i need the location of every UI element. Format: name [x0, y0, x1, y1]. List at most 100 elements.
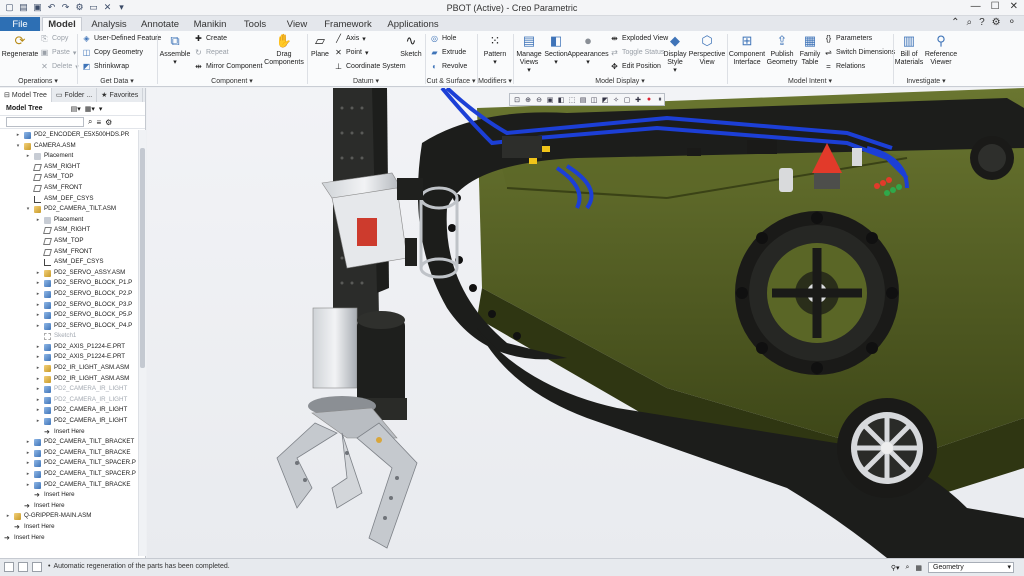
tree-item[interactable]: ASM_RIGHT — [0, 225, 138, 236]
group-investigate[interactable]: Investigate ▾ — [894, 77, 958, 85]
reference-viewer-button[interactable]: ⚲ Reference Viewer — [924, 33, 958, 67]
tree-item[interactable]: ➜ Insert Here — [0, 522, 138, 533]
family-table-button[interactable]: ▦ Family Table — [798, 33, 822, 67]
selection-filter-select[interactable]: Geometry — [928, 562, 1014, 573]
cad-model-render[interactable] — [147, 88, 1024, 558]
sketch-button[interactable]: ∿ Sketch — [398, 33, 424, 59]
parameters-button[interactable]: {} Parameters — [824, 34, 872, 43]
delete-button[interactable]: ✕Delete ▾ — [40, 62, 79, 71]
options-icon[interactable]: ⚬ — [1008, 17, 1016, 28]
settings-icon[interactable]: ⚙ — [992, 17, 1001, 28]
tree-item[interactable]: ASM_FRONT — [0, 247, 138, 258]
tree-item[interactable]: ASM_RIGHT — [0, 162, 138, 173]
tree-item[interactable]: ▸ PD2_CAMERA_IR_LIGHT — [0, 416, 138, 427]
mirror-component-button[interactable]: ⇹ Mirror Component — [194, 62, 262, 71]
regen-status-icon[interactable]: ▦ — [915, 564, 922, 572]
tree-item[interactable]: ▸ PD2_ENCODER_E5X500HDS.PR — [0, 130, 138, 141]
tab-file[interactable]: File — [0, 17, 40, 31]
zoom-out-icon[interactable]: ⊖ — [535, 95, 543, 104]
drag-components-button[interactable]: ✋ Drag Components — [262, 33, 306, 67]
tree-options-icon[interactable]: ⚙ — [105, 118, 112, 127]
tree-item[interactable]: ▸ Placement — [0, 215, 138, 226]
minimize-icon[interactable]: — — [971, 1, 981, 12]
group-operations[interactable]: Operations ▾ — [0, 77, 76, 85]
expand-icon[interactable]: ▸ — [25, 448, 31, 459]
collapse-ribbon-icon[interactable]: ⌃ — [951, 17, 959, 28]
maximize-icon[interactable]: ☐ — [991, 1, 1000, 12]
collapse-icon[interactable]: ▾ — [25, 204, 31, 215]
tab-view[interactable]: View — [280, 17, 314, 31]
axis-button[interactable]: ╱ Axis ▾ — [334, 34, 366, 43]
tree-item[interactable]: ▸ PD2_SERVO_BLOCK_P4.P — [0, 321, 138, 332]
tab-model[interactable]: Model — [42, 17, 82, 31]
tree-item[interactable]: ➜ Insert Here — [0, 490, 138, 501]
tree-item[interactable]: Sketch1 — [0, 331, 138, 342]
tree-item[interactable]: ▸ PD2_CAMERA_TILT_BRACKE — [0, 448, 138, 459]
expand-icon[interactable]: ▸ — [5, 511, 11, 522]
annotation-display-icon[interactable]: ▢ — [623, 95, 631, 104]
zoom-in-icon[interactable]: ⊕ — [524, 95, 532, 104]
refit-icon[interactable]: ⊡ — [513, 95, 521, 104]
expand-icon[interactable]: ▸ — [35, 278, 41, 289]
tree-settings-icon[interactable]: ▤▾ — [71, 105, 81, 113]
repeat-button[interactable]: ↻ Repeat — [194, 48, 228, 57]
tree-item[interactable]: ▸ PD2_IR_LIGHT_ASM.ASM — [0, 374, 138, 385]
display-style-button[interactable]: ◆ Display Style ▾ — [662, 33, 688, 75]
edit-position-button[interactable]: ✥ Edit Position — [610, 62, 661, 71]
display-style-icon[interactable]: ◧ — [557, 95, 565, 104]
tree-item[interactable]: ▸ PD2_CAMERA_TILT_BRACKE — [0, 480, 138, 491]
component-interface-button[interactable]: ⊞ Component Interface — [728, 33, 766, 67]
section-view-icon[interactable]: ◩ — [601, 95, 609, 104]
tree-item[interactable]: ▸ PD2_SERVO_ASSY.ASM — [0, 268, 138, 279]
tab-analysis[interactable]: Analysis — [88, 17, 130, 31]
tree-item[interactable]: ➜ Insert Here — [0, 427, 138, 438]
tab-folder-browser[interactable]: ▭ Folder ... — [52, 88, 98, 102]
find-status-icon[interactable]: ⌕ — [905, 564, 909, 572]
repaint-icon[interactable]: ▣ — [546, 95, 554, 104]
tree-item[interactable]: ▸ PD2_SERVO_BLOCK_P2.P — [0, 289, 138, 300]
paste-button[interactable]: ▣ Paste ▾ — [40, 48, 77, 57]
pause-animation-icon[interactable]: ⏸ — [656, 95, 664, 104]
tree-item[interactable]: ▸ Q-GRIPPER-MAIN.ASM — [0, 511, 138, 522]
user-defined-feature-button[interactable]: ◈ User-Defined Feature — [82, 34, 161, 43]
switch-dimensions-button[interactable]: ⇌ Switch Dimensions — [824, 48, 895, 57]
exploded-view-button[interactable]: ⇼ Exploded View — [610, 34, 668, 43]
tab-model-tree[interactable]: ⊟ Model Tree — [0, 88, 52, 102]
expand-icon[interactable]: ▸ — [35, 342, 41, 353]
expand-icon[interactable]: ▸ — [35, 268, 41, 279]
tree-item[interactable]: ▸ PD2_SERVO_BLOCK_P3.P — [0, 300, 138, 311]
expand-icon[interactable]: ▸ — [35, 215, 41, 226]
tree-item[interactable]: ▸ PD2_CAMERA_IR_LIGHT — [0, 384, 138, 395]
tree-item[interactable]: ▸ PD2_CAMERA_TILT_BRACKET — [0, 437, 138, 448]
fullscreen-icon[interactable] — [32, 562, 42, 572]
tree-item[interactable]: ▸ PD2_AXIS_P1224-E.PRT — [0, 342, 138, 353]
expand-icon[interactable]: ▸ — [25, 151, 31, 162]
tree-item[interactable]: ▾ CAMERA.ASM — [0, 141, 138, 152]
appearances-button[interactable]: ● Appearances ▾ — [567, 33, 608, 67]
close-icon[interactable]: ✕ — [1010, 1, 1018, 12]
perspective-icon[interactable]: ◫ — [590, 95, 598, 104]
expand-icon[interactable]: ▸ — [35, 405, 41, 416]
graphics-viewport[interactable]: ⊡ ⊕ ⊖ ▣ ◧ ⬚ ▤ ◫ ◩ ✧ ▢ ✚ ● ⏸ — [147, 88, 1024, 558]
regenerate-button[interactable]: ⟳ Regenerate — [2, 33, 39, 59]
expand-icon[interactable]: ▸ — [35, 321, 41, 332]
relations-button[interactable]: = Relations — [824, 62, 865, 71]
tab-tools[interactable]: Tools — [238, 17, 272, 31]
tab-annotate[interactable]: Annotate — [138, 17, 182, 31]
tree-item[interactable]: ASM_DEF_CSYS — [0, 257, 138, 268]
tree-scrollbar[interactable] — [138, 130, 146, 556]
group-component[interactable]: Component ▾ — [158, 77, 306, 85]
navigator-toggle-icon[interactable] — [4, 562, 14, 572]
collapse-icon[interactable]: ▾ — [15, 141, 21, 152]
expand-icon[interactable]: ▸ — [35, 374, 41, 385]
help-icon[interactable]: ? — [979, 17, 985, 28]
group-modifiers[interactable]: Modifiers ▾ — [478, 77, 512, 85]
copy-button[interactable]: ⎘ Copy — [40, 34, 68, 43]
expand-icon[interactable]: ▸ — [35, 289, 41, 300]
tree-item[interactable]: ▸ PD2_CAMERA_TILT_SPACER.P — [0, 458, 138, 469]
expand-icon[interactable]: ▸ — [35, 352, 41, 363]
tree-item[interactable]: ▸ PD2_CAMERA_IR_LIGHT — [0, 395, 138, 406]
spin-center-icon[interactable]: ✚ — [634, 95, 642, 104]
tree-more-icon[interactable]: ▾ — [99, 105, 103, 113]
expand-icon[interactable]: ▸ — [35, 384, 41, 395]
